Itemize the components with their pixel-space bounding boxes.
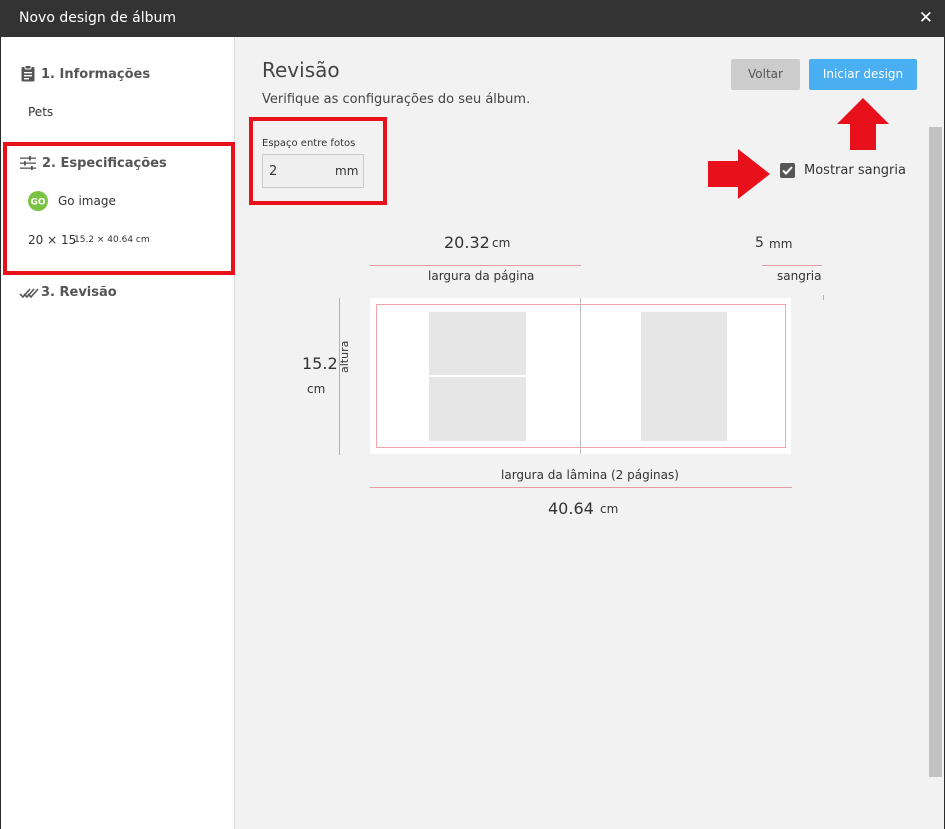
spread-width-value: 40.64 (548, 499, 594, 518)
bleed-unit: mm (769, 237, 793, 251)
photo-placeholder (429, 312, 526, 375)
start-design-button[interactable]: Iniciar design (809, 59, 917, 90)
page-width-label: largura da página (428, 269, 535, 283)
page-width-unit: cm (492, 236, 511, 250)
highlight-specifications (3, 142, 235, 275)
spread-width-guide (370, 487, 792, 488)
height-guide (339, 298, 340, 455)
arrow-right-icon (708, 149, 770, 199)
sidebar-step-label: 1. Informações (41, 67, 151, 82)
spread-width-unit: cm (600, 502, 619, 516)
page-width-guide (370, 265, 581, 266)
page-width-value: 20.32 (444, 233, 490, 252)
window-title: Novo design de álbum (19, 10, 177, 26)
highlight-spacing (249, 117, 387, 205)
bleed-checkbox-label: Mostrar sangria (804, 163, 906, 178)
bleed-tick (823, 295, 824, 300)
window-titlebar: Novo design de álbum ✕ (0, 0, 945, 37)
bleed-guide (762, 265, 822, 266)
double-check-icon (19, 288, 39, 299)
photo-placeholder (641, 312, 727, 441)
checkmark-icon (782, 166, 793, 175)
spread-width-label: largura da lâmina (2 páginas) (501, 468, 679, 482)
clipboard-icon (21, 65, 35, 82)
album-name: Pets (28, 105, 54, 119)
bleed-label: sangria (777, 269, 822, 283)
scrollbar[interactable] (929, 127, 942, 777)
back-button[interactable]: Voltar (731, 59, 800, 90)
close-icon[interactable]: ✕ (919, 8, 933, 28)
page-subtitle: Verifique as configurações do seu álbum. (262, 92, 531, 107)
bleed-line-right (785, 304, 786, 448)
bleed-line-left (376, 304, 377, 448)
spine-line (580, 298, 581, 454)
page-title: Revisão (262, 58, 340, 82)
bleed-value: 5 (755, 235, 764, 251)
photo-placeholder (429, 377, 526, 441)
height-label: altura (338, 340, 351, 373)
bleed-checkbox[interactable] (780, 163, 795, 178)
sidebar-step-label: 3. Revisão (41, 285, 117, 300)
album-spread-preview (370, 298, 791, 454)
height-value: 15.2 (302, 354, 338, 373)
arrow-up-icon (837, 98, 889, 150)
height-unit: cm (307, 382, 326, 396)
